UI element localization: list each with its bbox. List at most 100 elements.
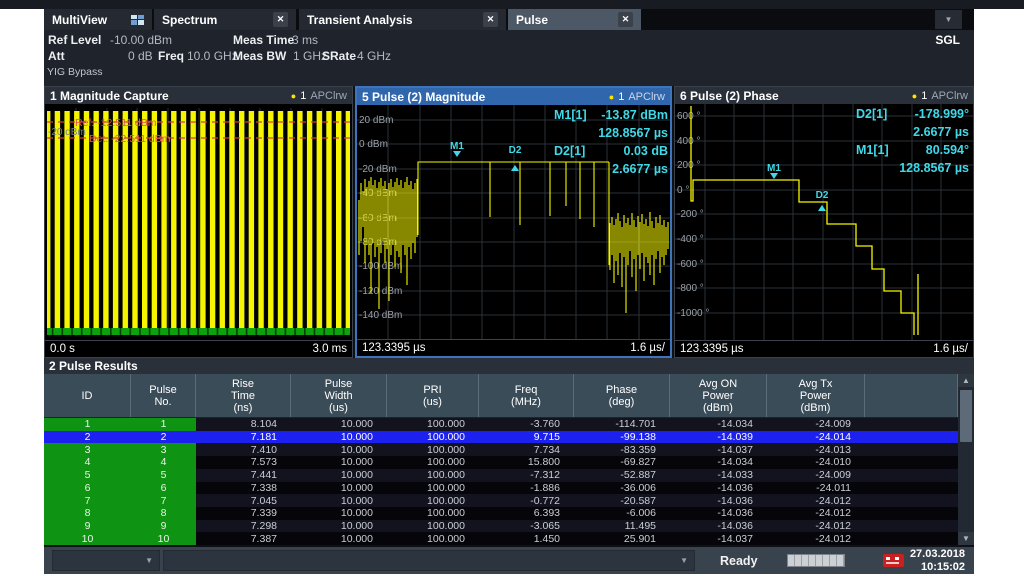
marker-triangle-icon[interactable]: [770, 173, 778, 179]
att-label[interactable]: Att: [48, 49, 65, 63]
x-axis-strip: 123.3395 µs 1.6 µs/: [357, 339, 670, 356]
column-header-pulse-width[interactable]: Pulse Width (us): [291, 374, 387, 417]
cell: -24.012: [767, 507, 865, 520]
meas-bw-label[interactable]: Meas BW: [233, 49, 286, 63]
table-row[interactable]: 997.29810.000100.000-3.06511.495-14.036-…: [44, 520, 958, 533]
column-header-pri[interactable]: PRI (us): [387, 374, 479, 417]
cell: 10: [44, 532, 131, 545]
ref-level-value[interactable]: -10.00 dBm: [110, 33, 172, 47]
column-header-avg-on-power[interactable]: Avg ON Power (dBm): [670, 374, 767, 417]
cell: [865, 418, 958, 431]
column-header-id[interactable]: ID: [44, 374, 131, 417]
cell: 3: [44, 443, 131, 456]
meas-time-label[interactable]: Meas Time: [233, 33, 294, 47]
table-row[interactable]: 337.41010.000100.0007.734-83.359-14.037-…: [44, 443, 958, 456]
y-tick-label: -20 dBm: [359, 164, 397, 175]
marker-triangle-icon[interactable]: [818, 205, 826, 211]
pulse-phase-chart[interactable]: 600 ° 400 ° 200 ° 0 ° -200 ° -400 ° -600…: [675, 104, 973, 340]
att-value[interactable]: 0 dB: [128, 49, 153, 63]
table-row[interactable]: 887.33910.000100.0006.393-6.006-14.036-2…: [44, 507, 958, 520]
cell: 1: [44, 418, 131, 431]
ref-level-label[interactable]: Ref Level: [48, 33, 101, 47]
panel-pulse-magnitude[interactable]: 5 Pulse (2) Magnitude ● 1 APClrw: [355, 86, 672, 358]
x-axis-start: 123.3395 µs: [362, 342, 426, 354]
column-header-freq[interactable]: Freq (MHz): [479, 374, 574, 417]
table-row[interactable]: 10107.38710.000100.0001.45025.901-14.037…: [44, 532, 958, 545]
pulse-magnitude-chart[interactable]: 20 dBm 0 dBm -20 dBm -40 dBm -60 dBm -80…: [357, 105, 670, 339]
analyzer-screen: MultiView Spectrum ✕ Transient Analysis …: [44, 9, 974, 574]
table-row[interactable]: 118.10410.000100.000-3.760-114.701-14.03…: [44, 418, 958, 431]
column-header-phase[interactable]: Phase (deg): [574, 374, 670, 417]
table-row[interactable]: 227.18110.000100.0009.715-99.138-14.039-…: [44, 431, 958, 444]
scrollbar-thumb[interactable]: [960, 390, 972, 442]
cell: 1: [131, 418, 196, 431]
measurement-settings-bar: Ref Level -10.00 dBm Meas Time 3 ms SGL …: [44, 30, 974, 86]
meas-time-value[interactable]: 3 ms: [292, 33, 318, 47]
close-icon[interactable]: ✕: [618, 12, 633, 27]
chevron-up-icon[interactable]: ▲: [958, 374, 974, 387]
marker-value: -13.87 dBm: [601, 108, 668, 122]
marker-triangle-icon[interactable]: [511, 165, 519, 171]
cell: -14.036: [670, 507, 767, 520]
cell: [865, 494, 958, 507]
tab-multiview[interactable]: MultiView: [44, 9, 152, 30]
cell: 15.800: [479, 456, 574, 469]
status-bar: ▼ ▼ Ready 27.03.2018 10:15:02: [44, 547, 974, 574]
panel-pulse-phase[interactable]: 6 Pulse (2) Phase ● 1 APClrw: [674, 86, 974, 358]
panel-title-bar[interactable]: 1 Magnitude Capture ● 1 APClrw: [45, 87, 352, 104]
cell: 8.104: [196, 418, 291, 431]
status-message-dropdown[interactable]: ▼: [163, 550, 695, 571]
cell: 9.715: [479, 431, 574, 444]
cell: -24.009: [767, 469, 865, 482]
cell: 7.734: [479, 443, 574, 456]
x-axis-start: 123.3395 µs: [680, 343, 744, 355]
trace-badge: ● 1 APClrw: [609, 91, 665, 103]
marker-d2-label[interactable]: D2: [509, 145, 522, 156]
table-row[interactable]: 667.33810.000100.000-1.886-36.006-14.036…: [44, 482, 958, 495]
tab-pulse[interactable]: Pulse ✕: [508, 9, 641, 30]
cell: 100.000: [387, 418, 479, 431]
sgl-indicator: SGL: [935, 33, 960, 47]
marker-m1-label[interactable]: M1: [767, 163, 781, 174]
column-header-rise-time[interactable]: Rise Time (ns): [196, 374, 291, 417]
table-row[interactable]: 777.04510.000100.000-0.772-20.587-14.036…: [44, 494, 958, 507]
panel-title-bar[interactable]: 6 Pulse (2) Phase ● 1 APClrw: [675, 87, 973, 104]
status-dropdown-left[interactable]: ▼: [52, 550, 160, 571]
magnitude-capture-chart[interactable]: -20 dBm Ref. -12.511 dBm Det. -22.511 dB…: [45, 104, 352, 340]
cell: -14.039: [670, 431, 767, 444]
table-scrollbar[interactable]: ▲ ▼: [958, 374, 974, 545]
cell: [865, 431, 958, 444]
marker-name: M1[1]: [554, 108, 587, 122]
marker-d2-label[interactable]: D2: [816, 190, 829, 201]
srate-value[interactable]: 4 GHz: [357, 49, 391, 63]
cell: 2: [44, 431, 131, 444]
tab-transient-analysis[interactable]: Transient Analysis ✕: [299, 9, 506, 30]
marker-value: 128.8567 µs: [899, 161, 969, 175]
panel-magnitude-capture[interactable]: 1 Magnitude Capture ● 1 APClrw: [44, 86, 353, 358]
panel-title-bar[interactable]: 5 Pulse (2) Magnitude ● 1 APClrw: [357, 88, 670, 105]
close-icon[interactable]: ✕: [483, 12, 498, 27]
marker-value: 2.6677 µs: [612, 162, 668, 176]
freq-value[interactable]: 10.0 GHz: [187, 49, 238, 63]
table-row[interactable]: 557.44110.000100.000-7.312-52.887-14.033…: [44, 469, 958, 482]
freq-label[interactable]: Freq: [158, 49, 184, 63]
column-header-pulse-no[interactable]: Pulse No.: [131, 374, 196, 417]
table-row[interactable]: 447.57310.000100.00015.800-69.827-14.034…: [44, 456, 958, 469]
tab-label: MultiView: [52, 13, 107, 27]
tab-overflow-dropdown[interactable]: ▼: [935, 10, 962, 29]
marker-value: 80.594°: [926, 143, 969, 157]
cell: 7.181: [196, 431, 291, 444]
cell: -24.012: [767, 520, 865, 533]
srate-label[interactable]: SRate: [322, 49, 356, 63]
tab-spectrum[interactable]: Spectrum ✕: [154, 9, 296, 30]
marker-m1-label[interactable]: M1: [450, 141, 464, 152]
cell: 5: [44, 469, 131, 482]
cell: -3.065: [479, 520, 574, 533]
x-axis-stop: 3.0 ms: [312, 343, 347, 355]
close-icon[interactable]: ✕: [273, 12, 288, 27]
pulse-results-title[interactable]: 2 Pulse Results: [44, 358, 974, 374]
cell: -24.014: [767, 431, 865, 444]
column-header-avg-tx-power[interactable]: Avg Tx Power (dBm): [767, 374, 865, 417]
chevron-down-icon[interactable]: ▼: [958, 532, 974, 545]
marker-triangle-icon[interactable]: [453, 151, 461, 157]
